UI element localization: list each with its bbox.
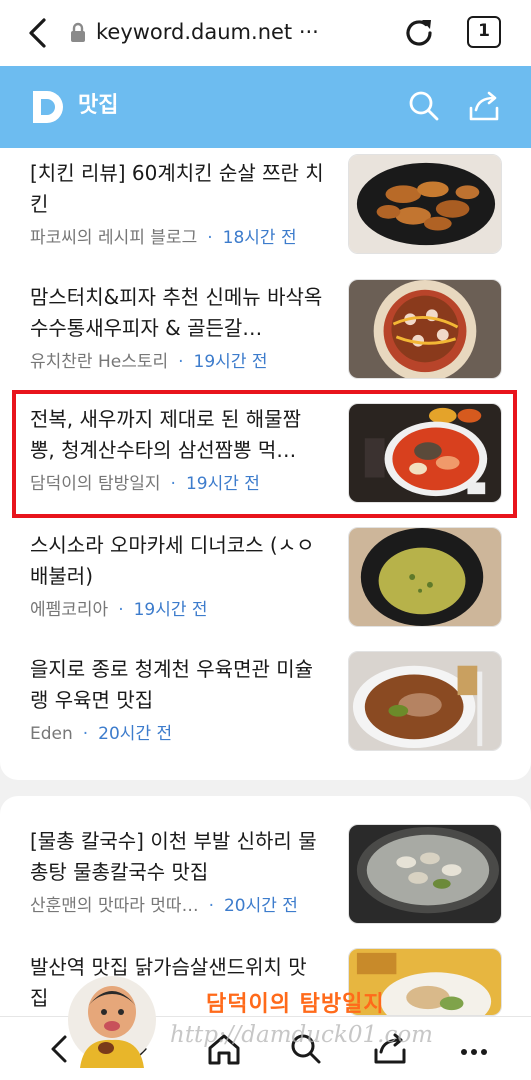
item-title[interactable]: 맘스터치&피자 추천 신메뉴 바삭옥수수통새우피자 & 골든갈… xyxy=(30,282,324,344)
watermark-avatar xyxy=(68,976,156,1068)
watermark-brand: 담덕이의 탐방일지 xyxy=(206,991,385,1017)
item-title[interactable]: 스시소라 오마카세 디너코스 (ㅅㅇ배불러) xyxy=(30,530,324,592)
item-time: 20시간 전 xyxy=(223,896,298,916)
search-icon[interactable] xyxy=(406,88,442,124)
item-source: 파코씨의 레시피 블로그 xyxy=(30,228,198,248)
item-time: 18시간 전 xyxy=(222,228,297,248)
more-icon[interactable] xyxy=(454,1030,494,1068)
item-title[interactable]: [치킨 리뷰] 60계치킨 순살 쯔란 치킨 xyxy=(30,158,324,220)
url-field[interactable]: keyword.daum.net ··· xyxy=(96,16,319,48)
item-meta: 산훈맨의 맛따라 멋따… · 20시간 전 xyxy=(30,896,298,916)
item-meta: 유치찬란 He스토리 · 19시간 전 xyxy=(30,352,268,372)
soup-bowl-thumbnail[interactable] xyxy=(348,527,502,627)
item-title[interactable]: 을지로 종로 청계천 우육면관 미슐랭 우육면 맛집 xyxy=(30,654,324,716)
item-time: 19시간 전 xyxy=(133,600,208,620)
clam-stew-thumbnail[interactable] xyxy=(348,824,502,924)
item-source: 유치찬란 He스토리 xyxy=(30,352,169,372)
share-icon[interactable] xyxy=(466,88,502,124)
beef-noodle-thumbnail[interactable] xyxy=(348,651,502,751)
item-time: 20시간 전 xyxy=(98,724,173,744)
item-source: 에펨코리아 xyxy=(30,600,109,620)
pizza-thumbnail[interactable] xyxy=(348,279,502,379)
page-title: 맛집 xyxy=(78,93,119,118)
item-meta: Eden · 20시간 전 xyxy=(30,724,173,744)
item-meta: 파코씨의 레시피 블로그 · 18시간 전 xyxy=(30,228,297,248)
item-source: 산훈맨의 맛따라 멋따… xyxy=(30,896,199,916)
item-source: Eden xyxy=(30,724,73,744)
highlight-frame xyxy=(12,390,517,518)
reload-icon[interactable] xyxy=(400,14,438,52)
watermark-url: http://damduck01.com xyxy=(170,1022,433,1048)
lock-icon xyxy=(71,22,85,42)
tabs-button[interactable]: 1 xyxy=(467,16,501,48)
item-title[interactable]: [물총 칼국수] 이천 부발 신하리 물총탕 물총칼국수 맛집 xyxy=(30,826,324,888)
item-meta: 에펨코리아 · 19시간 전 xyxy=(30,600,208,620)
item-time: 19시간 전 xyxy=(193,352,268,372)
back-arrow-icon[interactable] xyxy=(22,14,54,52)
fried-chicken-thumbnail[interactable] xyxy=(348,154,502,254)
daum-logo-icon[interactable] xyxy=(30,88,66,126)
